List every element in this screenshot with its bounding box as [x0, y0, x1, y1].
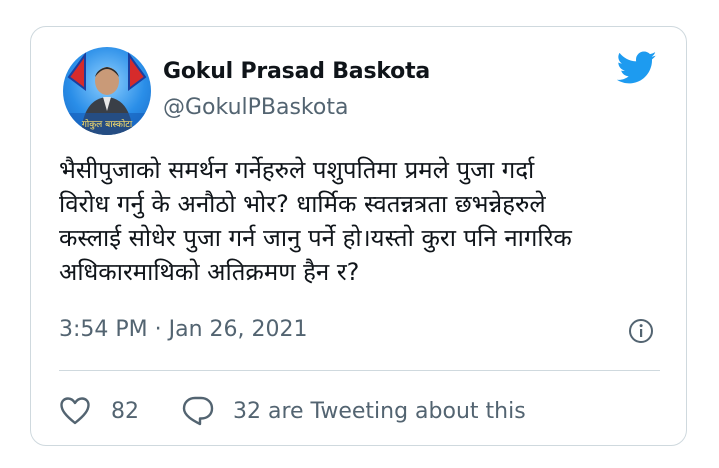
- like-button[interactable]: 82: [59, 396, 139, 426]
- avatar[interactable]: गोकुल बास्कोटा: [63, 47, 151, 135]
- tweeting-about-link[interactable]: 32 are Tweeting about this: [181, 395, 526, 427]
- engagement-bar: 82 32 are Tweeting about this: [59, 393, 526, 429]
- tweet-line: कस्लाई सोधेर पुजा गर्न जानु पर्ने हो।यस्…: [59, 224, 572, 252]
- flag-right: [128, 51, 147, 91]
- tweet-line: भैसीपुजाको समर्थन गर्नेहरुले पशुपतिमा प्…: [59, 156, 535, 184]
- tweet-timestamp[interactable]: 3:54 PM · Jan 26, 2021: [59, 317, 308, 342]
- tweeting-about-label: 32 are Tweeting about this: [233, 398, 526, 424]
- author-display-name[interactable]: Gokul Prasad Baskota: [163, 59, 430, 84]
- heart-icon: [60, 397, 90, 425]
- flag-left: [67, 51, 86, 91]
- tweet-line: अधिकारमाथिको अतिक्रमण हैन र?: [59, 258, 360, 286]
- tweet-line: विरोध गर्नु के अनौठो भोर? धार्मिक स्वतन्…: [59, 190, 546, 218]
- divider: [59, 370, 660, 371]
- speech-bubble-icon: [182, 396, 214, 426]
- like-count: 82: [111, 398, 139, 424]
- tweet-card[interactable]: गोकुल बास्कोटा Gokul Prasad Baskota @Gok…: [30, 26, 687, 446]
- avatar-photo: गोकुल बास्कोटा: [63, 51, 151, 135]
- avatar-caption: गोकुल बास्कोटा: [82, 118, 133, 130]
- twitter-bird-icon[interactable]: [617, 51, 657, 85]
- author-handle[interactable]: @GokulPBaskota: [163, 95, 348, 120]
- info-icon[interactable]: [628, 318, 654, 344]
- tweet-text: भैसीपुजाको समर्थन गर्नेहरुले पशुपतिमा प्…: [59, 153, 669, 289]
